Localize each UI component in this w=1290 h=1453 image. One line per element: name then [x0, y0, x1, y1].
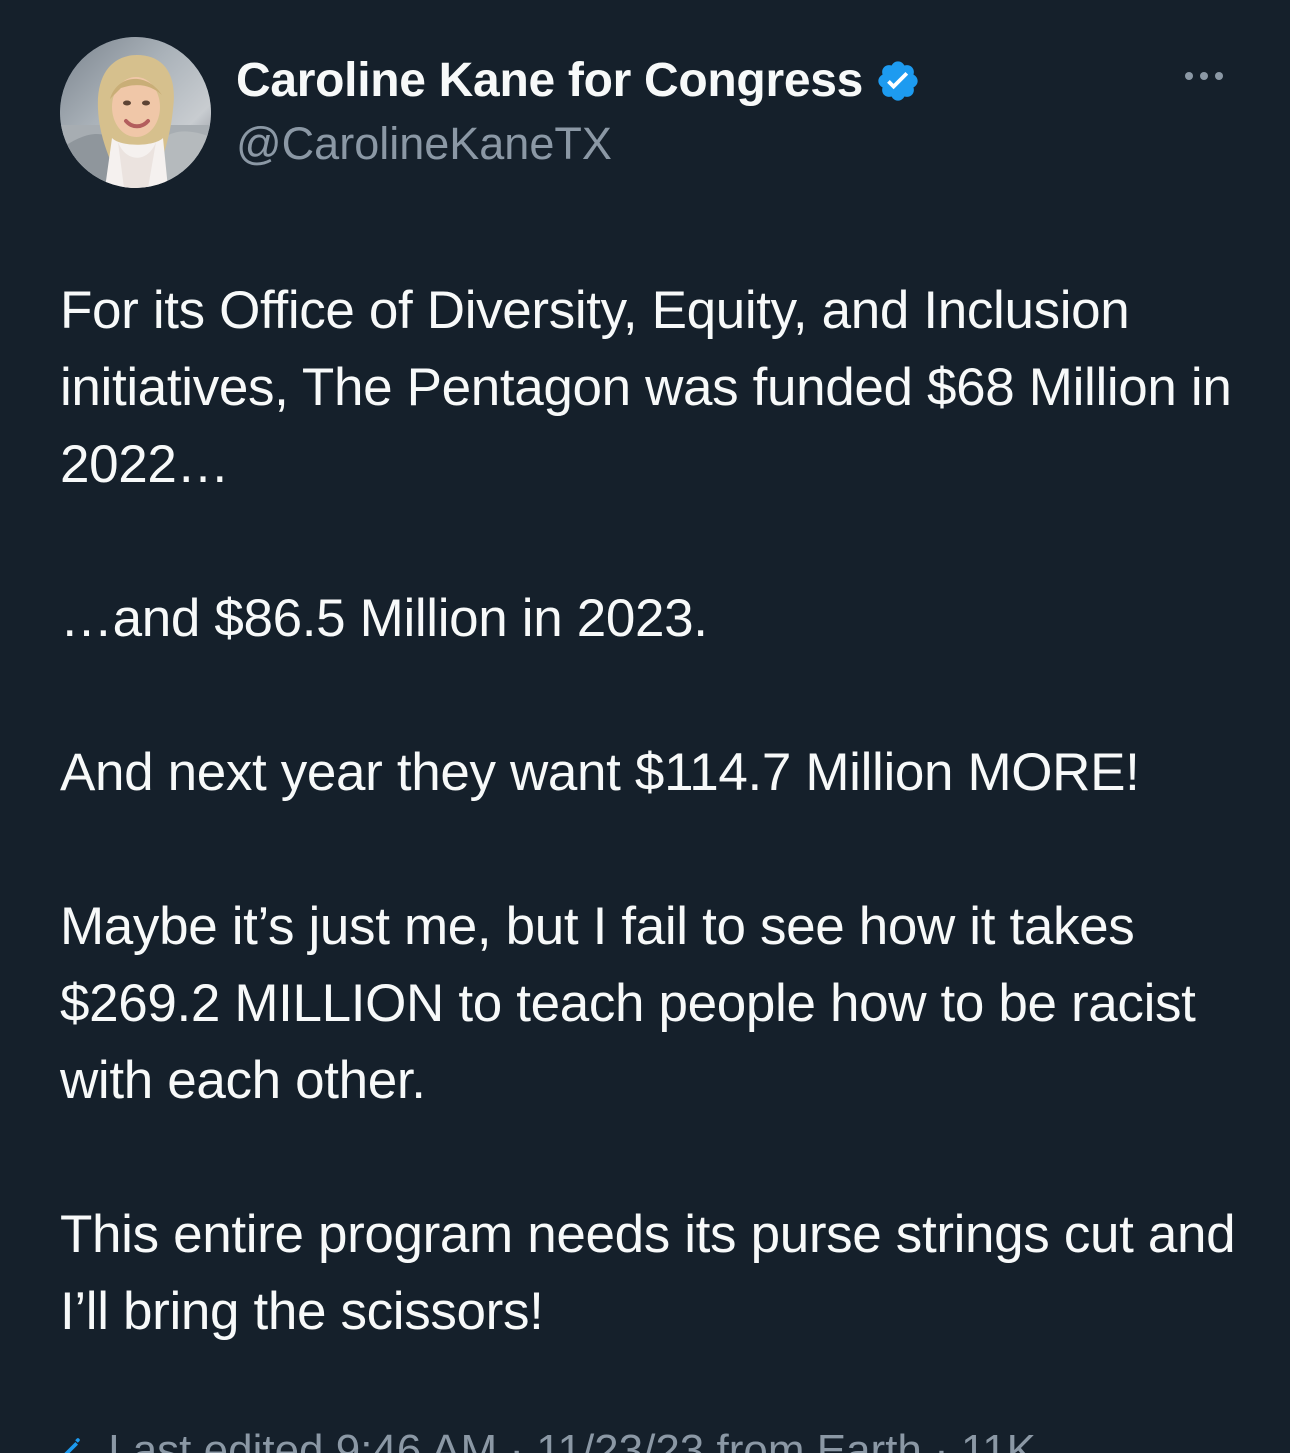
- display-name-row: Caroline Kane for Congress: [236, 51, 996, 111]
- more-dots-icon: [1185, 72, 1223, 80]
- avatar[interactable]: [60, 37, 211, 188]
- edit-icon: [64, 1438, 80, 1453]
- tweet-footer-partial: Last edited 9:46 AM · 11/23/23 from Eart…: [60, 1429, 1140, 1453]
- tweet-paragraph: For its Office of Diversity, Equity, and…: [60, 281, 1232, 494]
- tweet-paragraph: …and $86.5 Million in 2023.: [60, 589, 708, 648]
- author-handle[interactable]: @CarolineKaneTX: [236, 117, 996, 171]
- verified-badge-icon[interactable]: [875, 58, 921, 104]
- tweet-paragraph: And next year they want $114.7 Million M…: [60, 743, 1140, 802]
- author-display-name[interactable]: Caroline Kane for Congress: [236, 51, 863, 111]
- tweet-paragraph: This entire program needs its purse stri…: [60, 1205, 1236, 1341]
- tweet-footer-text: Last edited 9:46 AM · 11/23/23 from Eart…: [108, 1429, 1036, 1453]
- tweet-paragraph: Maybe it’s just me, but I fail to see ho…: [60, 897, 1196, 1110]
- tweet-card: Caroline Kane for Congress @CarolineKane…: [0, 0, 1290, 1453]
- author-info: Caroline Kane for Congress @CarolineKane…: [236, 51, 996, 171]
- more-options-icon[interactable]: [1183, 68, 1225, 84]
- profile-photo: [60, 37, 211, 188]
- tweet-body: For its Office of Diversity, Equity, and…: [60, 272, 1240, 1350]
- tweet-header: Caroline Kane for Congress @CarolineKane…: [60, 37, 1230, 189]
